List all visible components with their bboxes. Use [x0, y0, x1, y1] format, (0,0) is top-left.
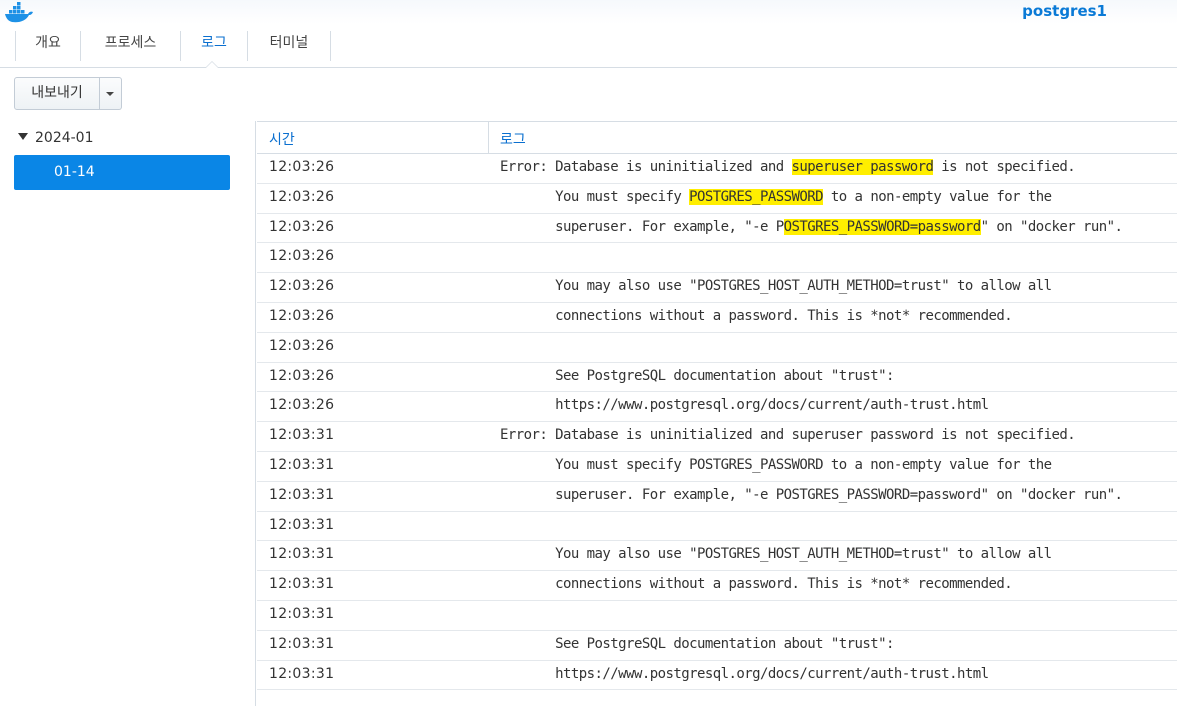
export-button-group: 내보내기 [14, 77, 122, 110]
table-row[interactable]: 12:03:31 connections without a password.… [257, 571, 1177, 601]
log-time-cell: 12:03:26 [269, 218, 335, 235]
log-message-text: Error: Database is uninitialized and sup… [500, 427, 1076, 444]
log-table: 시간 로그 12:03:26 Error: Database is uniniti… [257, 121, 1177, 706]
log-message-text: superuser. For example, "-e POSTGRES_PAS… [500, 486, 1123, 503]
log-message-cell: See PostgreSQL documentation about "trus… [500, 636, 894, 652]
log-message-text: https://www.postgresql.org/docs/current/… [500, 665, 989, 682]
active-tab-pointer [205, 61, 219, 68]
log-time-cell: 12:03:26 [269, 397, 335, 414]
log-table-header: 시간 로그 [257, 122, 1177, 154]
log-message-text: to a non-empty value for the [823, 188, 1052, 205]
log-time-cell: 12:03:26 [269, 307, 335, 324]
log-highlight-text: POSTGRES_PASSWORD [689, 188, 824, 205]
tab-log[interactable]: 로그 [180, 31, 247, 61]
date-tree: 2024-01 01-14 [0, 121, 256, 706]
log-time-cell: 12:03:26 [269, 188, 335, 205]
tree-group-2024-01[interactable]: 2024-01 [18, 129, 94, 147]
log-message-text: https://www.postgresql.org/docs/current/… [500, 397, 989, 414]
log-highlight-text: superuser password [791, 159, 934, 175]
title-bar: postgres1 [0, 0, 1177, 24]
log-time-cell: 12:03:31 [269, 427, 335, 444]
log-message-text: is not specified. [933, 159, 1076, 175]
log-time-cell: 12:03:31 [269, 486, 335, 503]
table-row[interactable]: 12:03:26 You may also use "POSTGRES_HOST… [257, 273, 1177, 303]
log-message-text: Error: Database is uninitialized and [500, 159, 792, 175]
log-time-cell: 12:03:26 [269, 367, 335, 384]
log-message-text: You must specify [500, 188, 690, 205]
table-row[interactable]: 12:03:31 https://www.postgresql.org/docs… [257, 661, 1177, 691]
caret-down-icon [106, 92, 114, 96]
triangle-down-icon[interactable] [18, 133, 28, 140]
log-message-text: See PostgreSQL documentation about "trus… [500, 367, 894, 384]
log-message-cell: https://www.postgresql.org/docs/current/… [500, 665, 989, 682]
log-message-text: See PostgreSQL documentation about "trus… [500, 635, 894, 652]
log-message-text: connections without a password. This is … [500, 307, 1013, 324]
table-row[interactable]: 12:03:31 See PostgreSQL documentation ab… [257, 631, 1177, 661]
log-time-cell: 12:03:26 [269, 337, 335, 354]
log-message-cell: Error: Database is uninitialized and sup… [500, 159, 1076, 175]
log-time-cell: 12:03:31 [269, 546, 335, 563]
log-time-cell: 12:03:26 [269, 159, 335, 175]
log-message-text: superuser. For example, "-e P [500, 218, 784, 235]
log-message-cell: superuser. For example, "-e POSTGRES_PAS… [500, 218, 1123, 235]
export-button[interactable]: 내보내기 [14, 77, 100, 110]
log-message-cell: https://www.postgresql.org/docs/current/… [500, 397, 989, 414]
table-row[interactable]: 12:03:26 See PostgreSQL documentation ab… [257, 363, 1177, 393]
table-row[interactable]: 12:03:31 Error: Database is uninitialized… [257, 422, 1177, 452]
table-row[interactable]: 12:03:26 superuser. For example, "-e POS… [257, 214, 1177, 244]
log-message-text: You must specify POSTGRES_PASSWORD to a … [500, 456, 1052, 473]
table-row[interactable]: 12:03:26 [257, 243, 1177, 274]
table-row[interactable]: 12:03:26 [257, 333, 1177, 363]
table-row[interactable]: 12:03:31 You must specify POSTGRES_PASSW… [257, 452, 1177, 482]
table-row[interactable]: 12:03:26 connections without a password.… [257, 303, 1177, 333]
log-time-cell: 12:03:31 [269, 516, 335, 533]
table-row[interactable]: 12:03:26 Error: Database is uninitialized… [257, 154, 1177, 184]
tree-group-label: 2024-01 [35, 130, 94, 146]
tab-terminal[interactable]: 터미널 [247, 31, 331, 61]
window-title: postgres1 [1022, 2, 1107, 20]
log-message-cell: superuser. For example, "-e POSTGRES_PAS… [500, 486, 1123, 503]
log-time-cell: 12:03:26 [269, 248, 335, 265]
docker-whale-icon [5, 2, 33, 23]
log-message-cell: You must specify POSTGRES_PASSWORD to a … [500, 188, 1052, 205]
table-row[interactable]: 12:03:31 [257, 601, 1177, 631]
log-time-cell: 12:03:31 [269, 456, 335, 473]
tab-processes[interactable]: 프로세스 [80, 31, 180, 61]
log-message-cell: You may also use "POSTGRES_HOST_AUTH_MET… [500, 546, 1052, 562]
log-message-cell: You must specify POSTGRES_PASSWORD to a … [500, 457, 1052, 473]
log-time-cell: 12:03:31 [269, 576, 335, 593]
log-message-cell: You may also use "POSTGRES_HOST_AUTH_MET… [500, 278, 1052, 294]
log-time-cell: 12:03:31 [269, 605, 335, 622]
log-highlight-text: OSTGRES_PASSWORD=password [783, 218, 981, 235]
table-row[interactable]: 12:03:31 You may also use "POSTGRES_HOST… [257, 541, 1177, 572]
export-menu-button[interactable] [100, 77, 122, 110]
column-header-log[interactable]: 로그 [500, 129, 526, 149]
log-time-cell: 12:03:26 [269, 278, 335, 295]
column-header-time[interactable]: 시간 [269, 129, 295, 149]
tab-overview[interactable]: 개요 [15, 31, 80, 61]
tree-item-selected[interactable]: 01-14 [14, 155, 230, 190]
table-row[interactable]: 12:03:31 superuser. For example, "-e POS… [257, 482, 1177, 512]
tab-bar: 개요 프로세스 로그 터미널 [0, 24, 1177, 68]
log-message-text: You may also use "POSTGRES_HOST_AUTH_MET… [500, 278, 1052, 295]
log-message-cell: connections without a password. This is … [500, 576, 1013, 593]
log-time-cell: 12:03:31 [269, 635, 335, 652]
log-message-cell: Error: Database is uninitialized and sup… [500, 427, 1076, 444]
log-message-text: " on "docker run". [980, 218, 1123, 235]
table-row[interactable]: 12:03:31 [257, 512, 1177, 542]
log-message-text: You may also use "POSTGRES_HOST_AUTH_MET… [500, 546, 1052, 563]
column-divider [488, 122, 489, 154]
log-message-text: connections without a password. This is … [500, 576, 1013, 593]
log-message-cell: connections without a password. This is … [500, 307, 1013, 324]
table-row[interactable]: 12:03:26 You must specify POSTGRES_PASSW… [257, 184, 1177, 214]
log-time-cell: 12:03:31 [269, 665, 335, 682]
table-row[interactable]: 12:03:26 https://www.postgresql.org/docs… [257, 392, 1177, 423]
log-rows: 12:03:26 Error: Database is uninitialized… [257, 154, 1177, 691]
log-message-cell: See PostgreSQL documentation about "trus… [500, 368, 894, 384]
